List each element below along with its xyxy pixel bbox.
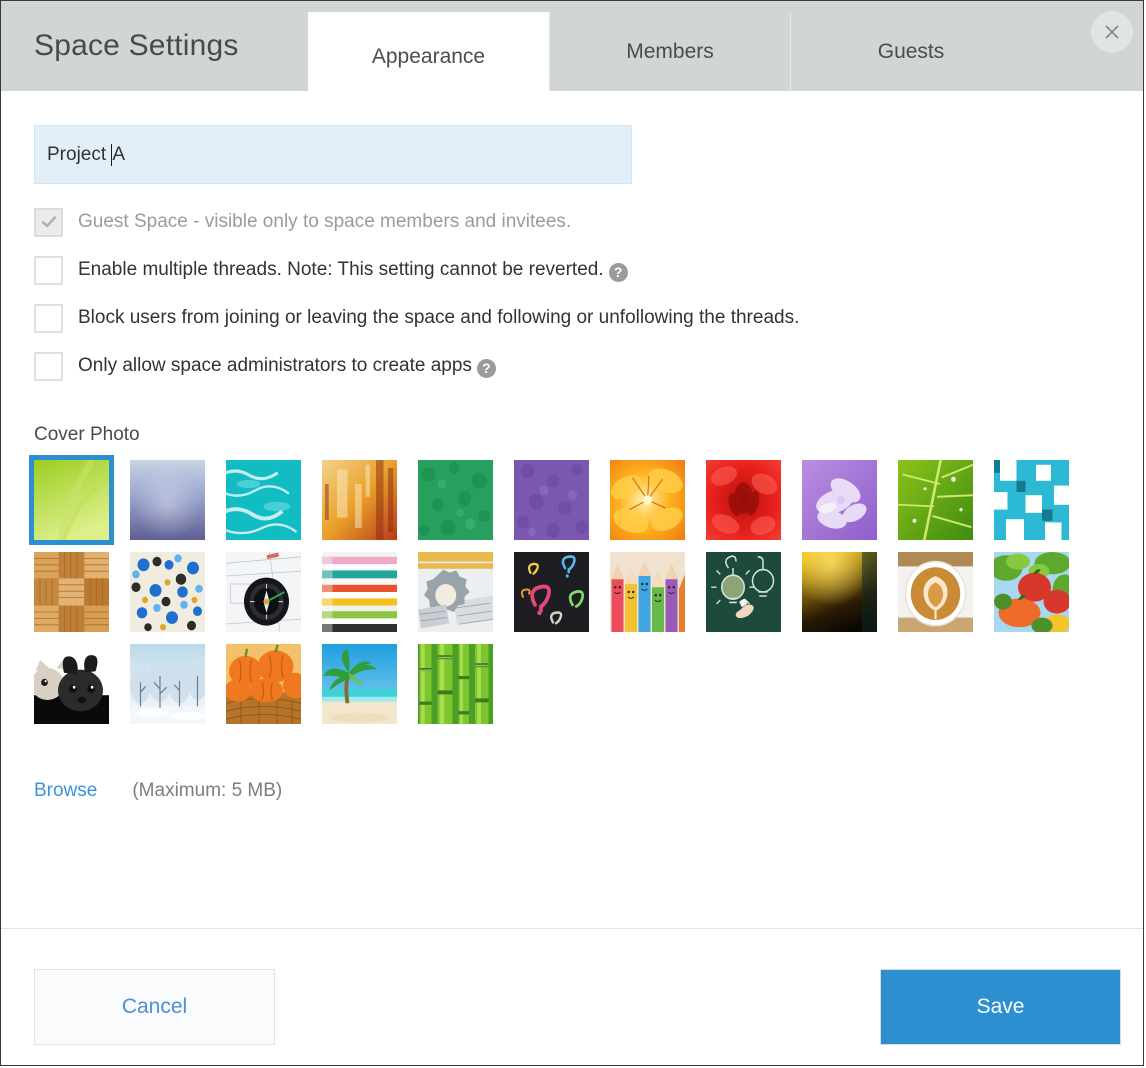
- save-button[interactable]: Save: [880, 969, 1121, 1045]
- cover-photo-chalkboard-question-marks[interactable]: [514, 552, 589, 632]
- cover-photo-stacked-colored-books[interactable]: [322, 552, 397, 632]
- cover-photo-purple-felt-texture[interactable]: [514, 460, 589, 540]
- cover-photo-colored-pencils-faces[interactable]: [610, 552, 685, 632]
- cover-photo-cell: [226, 644, 322, 736]
- checkbox-admin-create-apps[interactable]: [34, 351, 63, 381]
- tab-bar: Appearance Members Guests: [308, 1, 1031, 102]
- cover-photo-cell: [994, 460, 1090, 552]
- cover-photo-fresh-vegetables[interactable]: [994, 552, 1069, 632]
- cover-photo-cell: [418, 552, 514, 644]
- cover-photo-cell: [514, 460, 610, 552]
- cover-photo-palm-tree-beach[interactable]: [322, 644, 397, 724]
- cancel-button-label: Cancel: [121, 995, 188, 1018]
- space-name-value-after: A: [112, 143, 126, 165]
- dialog-footer: Cancel Save: [1, 928, 1143, 1065]
- cover-photo-cell: [322, 552, 418, 644]
- cover-photo-cell: [322, 460, 418, 552]
- checkbox-block-users[interactable]: [34, 303, 63, 333]
- space-name-input[interactable]: Project A: [34, 125, 632, 184]
- cover-photo-snowy-winter-trees[interactable]: [130, 644, 205, 724]
- browse-row: Browse (Maximum: 5 MB): [34, 780, 1110, 802]
- close-button[interactable]: [1091, 11, 1133, 53]
- checkmark-icon: [40, 213, 58, 231]
- space-name-value-before: Project: [47, 143, 112, 165]
- cover-photo-green-bamboo-stalks[interactable]: [418, 644, 493, 724]
- max-size-note: (Maximum: 5 MB): [132, 780, 283, 801]
- cover-photo-pumpkins-in-basket[interactable]: [226, 644, 301, 724]
- checkbox-label-multiple-threads: Enable multiple threads. Note: This sett…: [78, 259, 628, 282]
- cover-photo-blue-purple-blur[interactable]: [130, 460, 205, 540]
- browse-link[interactable]: Browse: [34, 780, 97, 802]
- cover-photo-gear-and-drafting-tools[interactable]: [418, 552, 493, 632]
- dialog-header: Space Settings Appearance Members Guests: [1, 1, 1143, 102]
- close-icon: [1103, 23, 1121, 41]
- cover-photo-cell: [130, 644, 226, 736]
- cover-photo-cell: [418, 644, 514, 736]
- cancel-button[interactable]: Cancel: [34, 969, 275, 1045]
- cover-photo-cell: [130, 552, 226, 644]
- cover-photo-cell: [994, 552, 1090, 644]
- cover-photo-cat-and-dog-peeking[interactable]: [34, 644, 109, 724]
- tab-members-label: Members: [626, 39, 714, 63]
- cover-photo-blue-mosaic-tile[interactable]: [130, 552, 205, 632]
- cover-photo-green-felt-texture[interactable]: [418, 460, 493, 540]
- checkbox-row-block-users: Block users from joining or leaving the …: [34, 294, 1110, 342]
- cover-photo-cell: [226, 460, 322, 552]
- cover-photo-green-leaf-dewdrops[interactable]: [898, 460, 973, 540]
- dialog-body: Project A Guest Space - visible only to …: [1, 125, 1143, 963]
- cover-photo-purple-hyacinth-flower[interactable]: [802, 460, 877, 540]
- cover-photo-chalkboard-lightbulb-idea[interactable]: [706, 552, 781, 632]
- cover-photo-latte-art-coffee-cup[interactable]: [898, 552, 973, 632]
- checkbox-guest-space: [34, 207, 63, 237]
- space-settings-dialog: Space Settings Appearance Members Guests…: [0, 0, 1144, 1066]
- checkbox-row-multiple-threads: Enable multiple threads. Note: This sett…: [34, 246, 1110, 294]
- tab-guests[interactable]: Guests: [790, 12, 1031, 91]
- tab-members[interactable]: Members: [549, 12, 790, 91]
- cover-photo-cell: [514, 552, 610, 644]
- checkbox-row-admin-create-apps: Only allow space administrators to creat…: [34, 342, 1110, 390]
- cover-photo-cell: [898, 460, 994, 552]
- cover-photo-cell: [802, 460, 898, 552]
- cover-photo-cell: [418, 460, 514, 552]
- checkbox-multiple-threads[interactable]: [34, 255, 63, 285]
- cover-photo-cell: [898, 552, 994, 644]
- cover-photo-teal-white-blocks[interactable]: [994, 460, 1069, 540]
- cover-photo-cell: [610, 460, 706, 552]
- cover-photo-cell: [706, 460, 802, 552]
- cover-photo-wood-parquet-floor[interactable]: [34, 552, 109, 632]
- page-title: Space Settings: [34, 29, 239, 62]
- checkbox-label-admin-create-apps: Only allow space administrators to creat…: [78, 355, 496, 378]
- checkbox-text-admin-create-apps: Only allow space administrators to creat…: [78, 354, 472, 376]
- cover-photo-teal-water-texture[interactable]: [226, 460, 301, 540]
- help-icon-admin-create-apps[interactable]: ?: [476, 358, 496, 378]
- help-icon-multiple-threads[interactable]: ?: [608, 262, 628, 282]
- cover-photo-cell: [29, 455, 130, 552]
- cover-photo-cell: [706, 552, 802, 644]
- save-button-label: Save: [976, 995, 1025, 1018]
- cover-photo-cell: [322, 644, 418, 736]
- settings-checkbox-list: Guest Space - visible only to space memb…: [34, 198, 1110, 390]
- tab-appearance-label: Appearance: [371, 45, 486, 68]
- checkbox-row-guest-space: Guest Space - visible only to space memb…: [34, 198, 1110, 246]
- cover-photo-cell: [226, 552, 322, 644]
- cover-photo-dark-gold-gradient[interactable]: [802, 552, 877, 632]
- cover-photo-cell: [802, 552, 898, 644]
- checkbox-label-block-users: Block users from joining or leaving the …: [78, 307, 800, 328]
- cover-photo-grid: [29, 455, 1110, 736]
- cover-photo-orange-grunge-paint[interactable]: [322, 460, 397, 540]
- cover-photo-red-carnation-flower[interactable]: [706, 460, 781, 540]
- checkbox-label-guest-space: Guest Space - visible only to space memb…: [78, 211, 572, 232]
- tab-guests-label: Guests: [877, 39, 945, 63]
- cover-photo-compass-on-blueprint[interactable]: [226, 552, 301, 632]
- checkbox-text-multiple-threads: Enable multiple threads. Note: This sett…: [78, 258, 604, 280]
- cover-photo-cell: [34, 552, 130, 644]
- cover-photo-cell: [610, 552, 706, 644]
- cover-photo-green-gradient-swirl[interactable]: [29, 455, 114, 545]
- cover-photo-orange-lily-flower[interactable]: [610, 460, 685, 540]
- tab-appearance[interactable]: Appearance: [308, 12, 549, 102]
- cover-photo-cell: [34, 644, 130, 736]
- cover-photo-label: Cover Photo: [34, 424, 140, 445]
- cover-photo-cell: [130, 460, 226, 552]
